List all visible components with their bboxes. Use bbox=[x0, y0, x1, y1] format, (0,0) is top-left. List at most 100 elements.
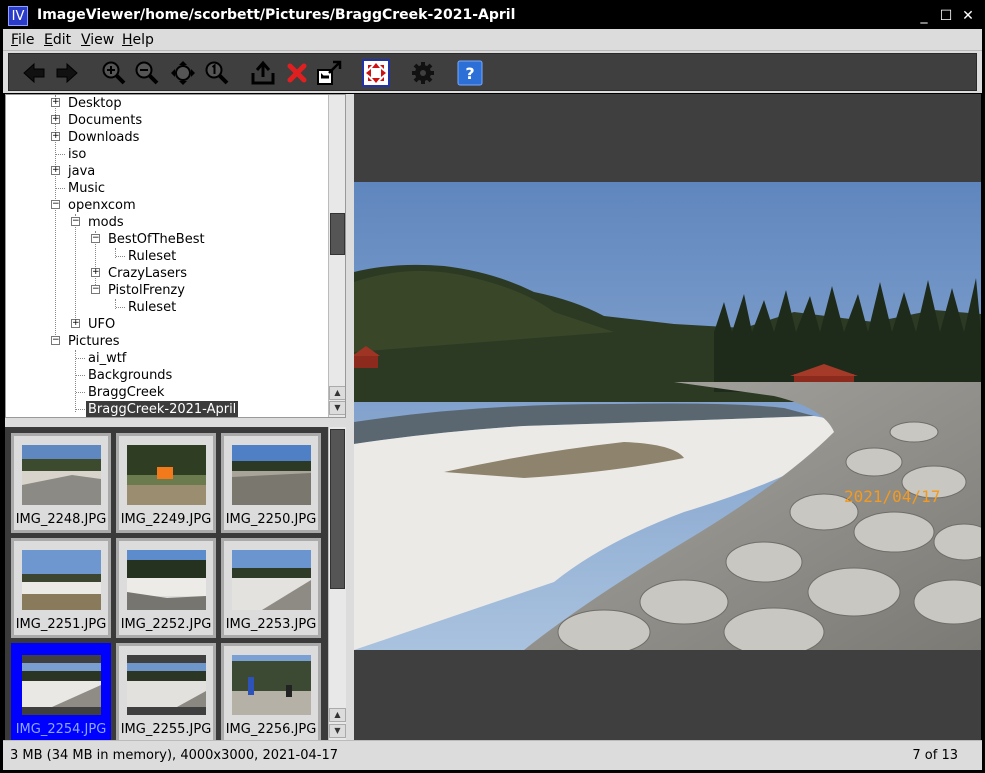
tree-item-ruleset[interactable]: Ruleset bbox=[6, 299, 326, 316]
menu-file[interactable]: File bbox=[11, 32, 34, 48]
tree-item-bestofthebest[interactable]: − BestOfTheBest bbox=[6, 231, 326, 248]
settings-gear-icon[interactable] bbox=[409, 59, 437, 87]
expand-toggle[interactable]: + bbox=[91, 268, 100, 277]
app-icon: IV bbox=[8, 6, 28, 26]
tree-item-label: Pictures bbox=[68, 334, 120, 349]
folder-tree[interactable]: + Desktop + Documents + Downloads iso + … bbox=[5, 94, 346, 418]
tree-item-java[interactable]: + java bbox=[6, 163, 326, 180]
thumbnail-caption: IMG_2252.JPG bbox=[120, 617, 212, 632]
thumbnail-item[interactable]: IMG_2256.JPG bbox=[221, 643, 321, 740]
thumbnail-grid[interactable]: IMG_2248.JPG IMG_2249.JPG IMG_2250.JPG I… bbox=[5, 427, 346, 740]
tree-branch-line bbox=[76, 409, 85, 410]
thumbnail-caption: IMG_2248.JPG bbox=[15, 512, 107, 527]
photo-date-stamp: 2021/04/17 bbox=[844, 487, 941, 506]
menu-help[interactable]: Help bbox=[122, 32, 154, 48]
minimize-button[interactable]: _ bbox=[915, 7, 933, 25]
fullscreen-icon[interactable] bbox=[362, 59, 390, 87]
menu-view-label: iew bbox=[90, 32, 115, 48]
main-photo bbox=[354, 182, 981, 657]
tree-item-iso[interactable]: iso bbox=[6, 146, 326, 163]
tree-item-ruleset[interactable]: Ruleset bbox=[6, 248, 326, 265]
tree-item-mods[interactable]: − mods bbox=[6, 214, 326, 231]
tree-scrollbar-thumb[interactable] bbox=[330, 213, 345, 255]
thumbnail-image bbox=[22, 655, 101, 715]
image-info: 3 MB (34 MB in memory), 4000x3000, 2021-… bbox=[10, 748, 338, 763]
expand-toggle[interactable]: − bbox=[91, 234, 100, 243]
tree-item-label: Downloads bbox=[68, 130, 140, 145]
tree-branch-line bbox=[76, 358, 85, 359]
fit-window-icon[interactable] bbox=[169, 59, 197, 87]
thumbnail-item[interactable]: IMG_2249.JPG bbox=[116, 433, 216, 533]
expand-toggle[interactable]: − bbox=[71, 217, 80, 226]
help-icon[interactable]: ? bbox=[456, 59, 484, 87]
title-bar[interactable]: IV ImageViewer/home/scorbett/Pictures/Br… bbox=[3, 3, 982, 29]
expand-toggle[interactable]: − bbox=[51, 200, 60, 209]
thumbnail-caption: IMG_2249.JPG bbox=[120, 512, 212, 527]
tree-item-label: PistolFrenzy bbox=[108, 283, 185, 298]
image-viewer[interactable]: 2021/04/17 bbox=[354, 94, 981, 740]
scroll-up-icon[interactable]: ▲ bbox=[329, 708, 346, 722]
menu-edit[interactable]: Edit bbox=[44, 32, 71, 48]
thumbnail-image bbox=[127, 655, 206, 715]
tree-item-ufo[interactable]: + UFO bbox=[6, 316, 326, 333]
thumbnail-item-selected[interactable]: IMG_2254.JPG bbox=[11, 643, 111, 740]
zoom-out-icon[interactable] bbox=[133, 59, 161, 87]
expand-toggle[interactable]: + bbox=[51, 98, 60, 107]
tree-item-openxcom[interactable]: − openxcom bbox=[6, 197, 326, 214]
tree-item-downloads[interactable]: + Downloads bbox=[6, 129, 326, 146]
panel-splitter-vertical[interactable] bbox=[346, 94, 354, 740]
scroll-down-icon[interactable]: ▼ bbox=[329, 401, 345, 415]
zoom-in-icon[interactable] bbox=[100, 59, 128, 87]
menu-bar: File Edit View Help bbox=[3, 29, 982, 51]
tree-item-pistolfrenzy[interactable]: − PistolFrenzy bbox=[6, 282, 326, 299]
menu-view[interactable]: View bbox=[81, 32, 114, 48]
tree-item-documents[interactable]: + Documents bbox=[6, 112, 326, 129]
tree-item-label: BestOfTheBest bbox=[108, 232, 205, 247]
panel-splitter-horizontal[interactable] bbox=[5, 418, 346, 427]
thumbnail-item[interactable]: IMG_2252.JPG bbox=[116, 538, 216, 638]
tree-item-label-selected: BraggCreek-2021-April bbox=[86, 401, 239, 417]
delete-icon[interactable] bbox=[283, 59, 311, 87]
tree-item-backgrounds[interactable]: Backgrounds bbox=[6, 367, 326, 384]
export-icon[interactable] bbox=[249, 59, 277, 87]
tree-item-crazylasers[interactable]: + CrazyLasers bbox=[6, 265, 326, 282]
expand-toggle[interactable]: + bbox=[71, 319, 80, 328]
expand-toggle[interactable]: + bbox=[51, 132, 60, 141]
thumbnail-caption: IMG_2255.JPG bbox=[120, 722, 212, 737]
scroll-down-icon[interactable]: ▼ bbox=[329, 724, 346, 738]
thumbnail-item[interactable]: IMG_2255.JPG bbox=[116, 643, 216, 740]
tree-scrollbar[interactable]: ▲ ▼ bbox=[328, 95, 345, 417]
menu-file-label: ile bbox=[18, 32, 35, 48]
tree-item-braggcreek-2021-april[interactable]: BraggCreek-2021-April bbox=[6, 401, 326, 417]
back-arrow-icon[interactable] bbox=[20, 59, 48, 87]
tree-item-ai-wtf[interactable]: ai_wtf bbox=[6, 350, 326, 367]
maximize-button[interactable]: ☐ bbox=[937, 7, 955, 25]
tree-item-music[interactable]: Music bbox=[6, 180, 326, 197]
thumbnail-item[interactable]: IMG_2248.JPG bbox=[11, 433, 111, 533]
tree-item-label: Documents bbox=[68, 113, 143, 128]
close-button[interactable]: ✕ bbox=[959, 7, 977, 25]
thumbnail-scrollbar[interactable]: ▲ ▼ bbox=[328, 427, 346, 740]
thumbnail-item[interactable]: IMG_2253.JPG bbox=[221, 538, 321, 638]
thumbnail-scrollbar-thumb[interactable] bbox=[330, 429, 345, 589]
thumbnail-item[interactable]: IMG_2250.JPG bbox=[221, 433, 321, 533]
thumbnail-item[interactable]: IMG_2251.JPG bbox=[11, 538, 111, 638]
menu-edit-label: dit bbox=[52, 32, 72, 48]
tree-item-pictures[interactable]: − Pictures bbox=[6, 333, 326, 350]
expand-toggle[interactable]: − bbox=[51, 336, 60, 345]
forward-arrow-icon[interactable] bbox=[53, 59, 81, 87]
menu-help-mnemonic: H bbox=[122, 32, 133, 48]
expand-toggle[interactable]: + bbox=[51, 166, 60, 175]
expand-toggle[interactable]: + bbox=[51, 115, 60, 124]
thumbnail-image bbox=[22, 550, 101, 610]
tree-item-desktop[interactable]: + Desktop bbox=[6, 95, 326, 112]
image-viewer-window: IV ImageViewer/home/scorbett/Pictures/Br… bbox=[0, 0, 985, 773]
tree-branch-line bbox=[56, 154, 65, 155]
expand-toggle[interactable]: − bbox=[91, 285, 100, 294]
move-icon[interactable] bbox=[315, 59, 343, 87]
scroll-up-icon[interactable]: ▲ bbox=[329, 386, 345, 400]
tree-item-braggcreek[interactable]: BraggCreek bbox=[6, 384, 326, 401]
zoom-actual-icon[interactable] bbox=[203, 59, 231, 87]
tree-item-label: BraggCreek bbox=[88, 385, 165, 400]
tree-branch-line bbox=[116, 307, 125, 308]
